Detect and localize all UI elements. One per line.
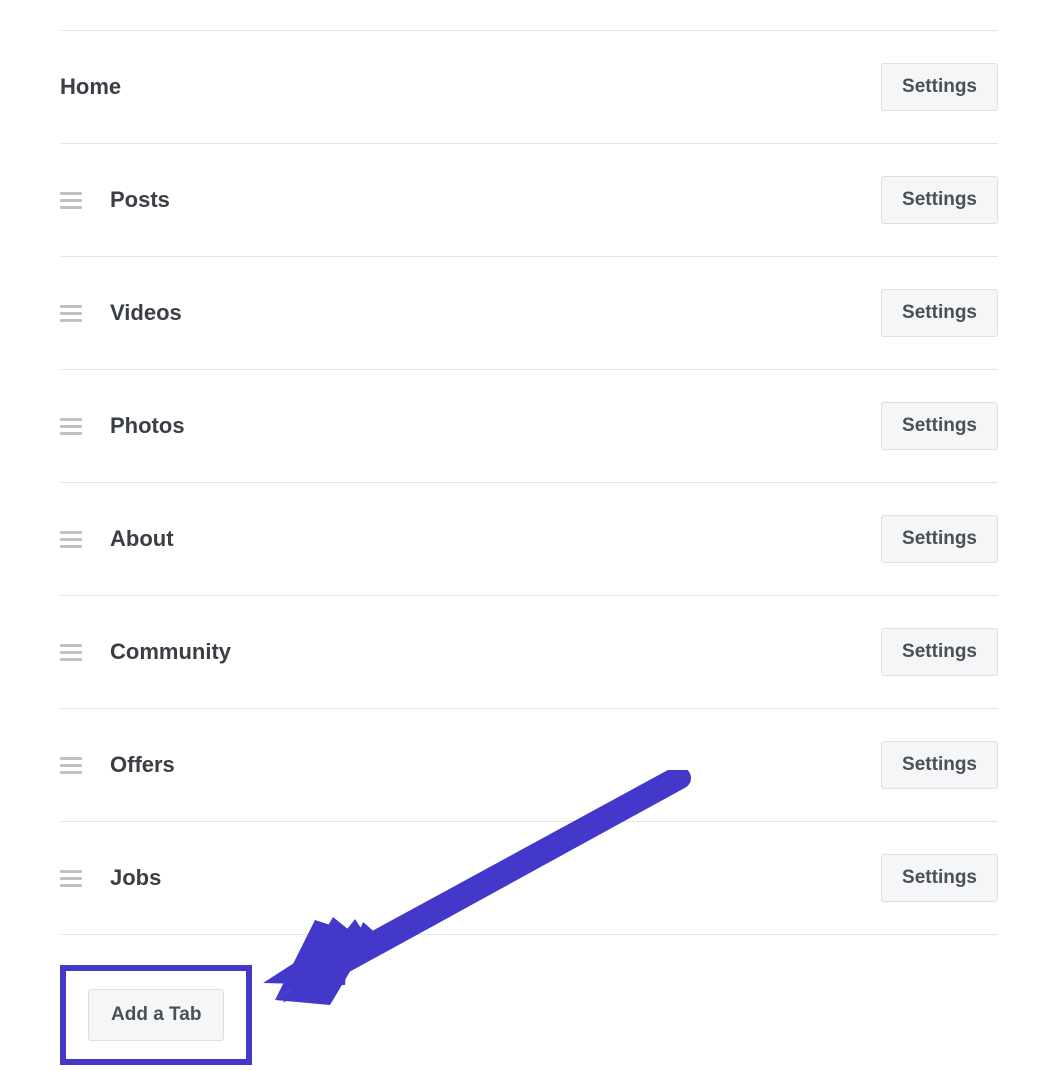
tab-label: Posts [110,187,170,213]
drag-handle-icon[interactable] [60,531,82,548]
drag-handle-icon[interactable] [60,192,82,209]
add-tab-section: Add a Tab [60,965,998,1085]
tab-row-home: Home Settings [60,30,998,144]
drag-handle-icon[interactable] [60,757,82,774]
tab-label: Videos [110,300,182,326]
tab-row-photos: Photos Settings [60,370,998,483]
tab-row-about: About Settings [60,483,998,596]
tab-row-posts: Posts Settings [60,144,998,257]
tab-row-videos: Videos Settings [60,257,998,370]
tab-label: Community [110,639,231,665]
tab-row-left: Photos [60,413,185,439]
tab-row-offers: Offers Settings [60,709,998,822]
tab-row-community: Community Settings [60,596,998,709]
settings-button[interactable]: Settings [881,289,998,337]
settings-button[interactable]: Settings [881,741,998,789]
settings-button[interactable]: Settings [881,402,998,450]
settings-button[interactable]: Settings [881,515,998,563]
tab-row-left: Posts [60,187,170,213]
annotation-highlight-box: Add a Tab [60,965,252,1065]
settings-button[interactable]: Settings [881,628,998,676]
tab-label: Jobs [110,865,161,891]
drag-handle-icon[interactable] [60,418,82,435]
tab-label: Offers [110,752,175,778]
tab-row-jobs: Jobs Settings [60,822,998,935]
settings-button[interactable]: Settings [881,854,998,902]
settings-button[interactable]: Settings [881,63,998,111]
tab-row-left: Home [60,74,121,100]
tab-row-left: Videos [60,300,182,326]
tabs-list: Home Settings Posts Settings Videos Sett… [0,30,1058,1085]
add-tab-button[interactable]: Add a Tab [88,989,224,1041]
drag-handle-icon[interactable] [60,644,82,661]
tab-row-left: Offers [60,752,175,778]
settings-button[interactable]: Settings [881,176,998,224]
tab-row-left: About [60,526,174,552]
tab-label: Photos [110,413,185,439]
tab-label: About [110,526,174,552]
tab-label: Home [60,74,121,100]
drag-handle-icon[interactable] [60,305,82,322]
drag-handle-icon[interactable] [60,870,82,887]
tab-row-left: Community [60,639,231,665]
tab-row-left: Jobs [60,865,161,891]
